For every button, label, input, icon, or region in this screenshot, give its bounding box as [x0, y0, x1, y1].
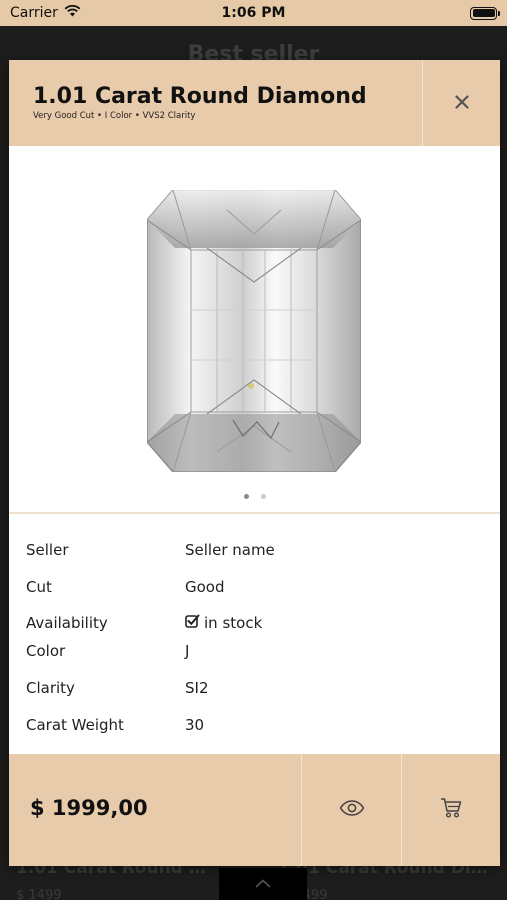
spec-label: Clarity [26, 679, 75, 697]
diamond-image [146, 189, 362, 473]
spec-row-seller: Seller Seller name [9, 541, 500, 565]
background-card-price: $ 1499 [16, 888, 62, 900]
price: $ 1999,00 [30, 796, 148, 820]
image-gallery[interactable] [9, 146, 500, 512]
spec-row-color: Color J [9, 642, 500, 666]
add-to-cart-button[interactable] [401, 754, 500, 866]
chevron-up-icon [255, 876, 271, 892]
product-subtitle: Very Good Cut • I Color • VVS2 Clarity [33, 111, 196, 121]
battery-icon [470, 6, 500, 20]
spec-value-availability: in stock [185, 614, 262, 632]
spec-label: Cut [26, 578, 52, 596]
scroll-up-button[interactable] [219, 868, 307, 900]
spec-value: SI2 [185, 679, 209, 697]
spec-label: Carat Weight [26, 716, 124, 734]
spec-row-cut: Cut Good [9, 578, 500, 602]
divider [9, 512, 500, 514]
spec-label: Color [26, 642, 66, 660]
wifi-icon [64, 4, 81, 21]
spec-value: 30 [185, 716, 205, 734]
status-left: Carrier [10, 4, 81, 21]
spec-row-availability: Availability in stock [9, 614, 500, 638]
eye-icon [339, 800, 365, 820]
spec-label: Availability [26, 614, 108, 632]
status-bar: Carrier 1:06 PM [0, 0, 507, 26]
modal-header: 1.01 Carat Round Diamond Very Good Cut •… [9, 60, 500, 146]
spec-label: Seller [26, 541, 69, 559]
spec-value: Good [185, 578, 225, 596]
spec-row-carat-weight: Carat Weight 30 [9, 716, 500, 740]
product-detail-modal: 1.01 Carat Round Diamond Very Good Cut •… [9, 60, 500, 866]
spec-value: Seller name [185, 541, 275, 559]
availability-text: in stock [204, 614, 263, 632]
gallery-dot[interactable] [260, 494, 266, 499]
close-icon [454, 94, 469, 113]
carrier-label: Carrier [10, 5, 58, 21]
spec-row-clarity: Clarity SI2 [9, 679, 500, 703]
gallery-dot-active[interactable] [243, 494, 249, 499]
close-button[interactable] [422, 60, 500, 146]
cart-icon [440, 797, 462, 823]
view-button[interactable] [301, 754, 401, 866]
product-title: 1.01 Carat Round Diamond [33, 84, 367, 109]
spec-value: J [185, 642, 190, 660]
modal-footer: $ 1999,00 [9, 754, 500, 866]
checkbox-checked-icon [185, 614, 200, 632]
gallery-pagination[interactable] [9, 494, 500, 499]
